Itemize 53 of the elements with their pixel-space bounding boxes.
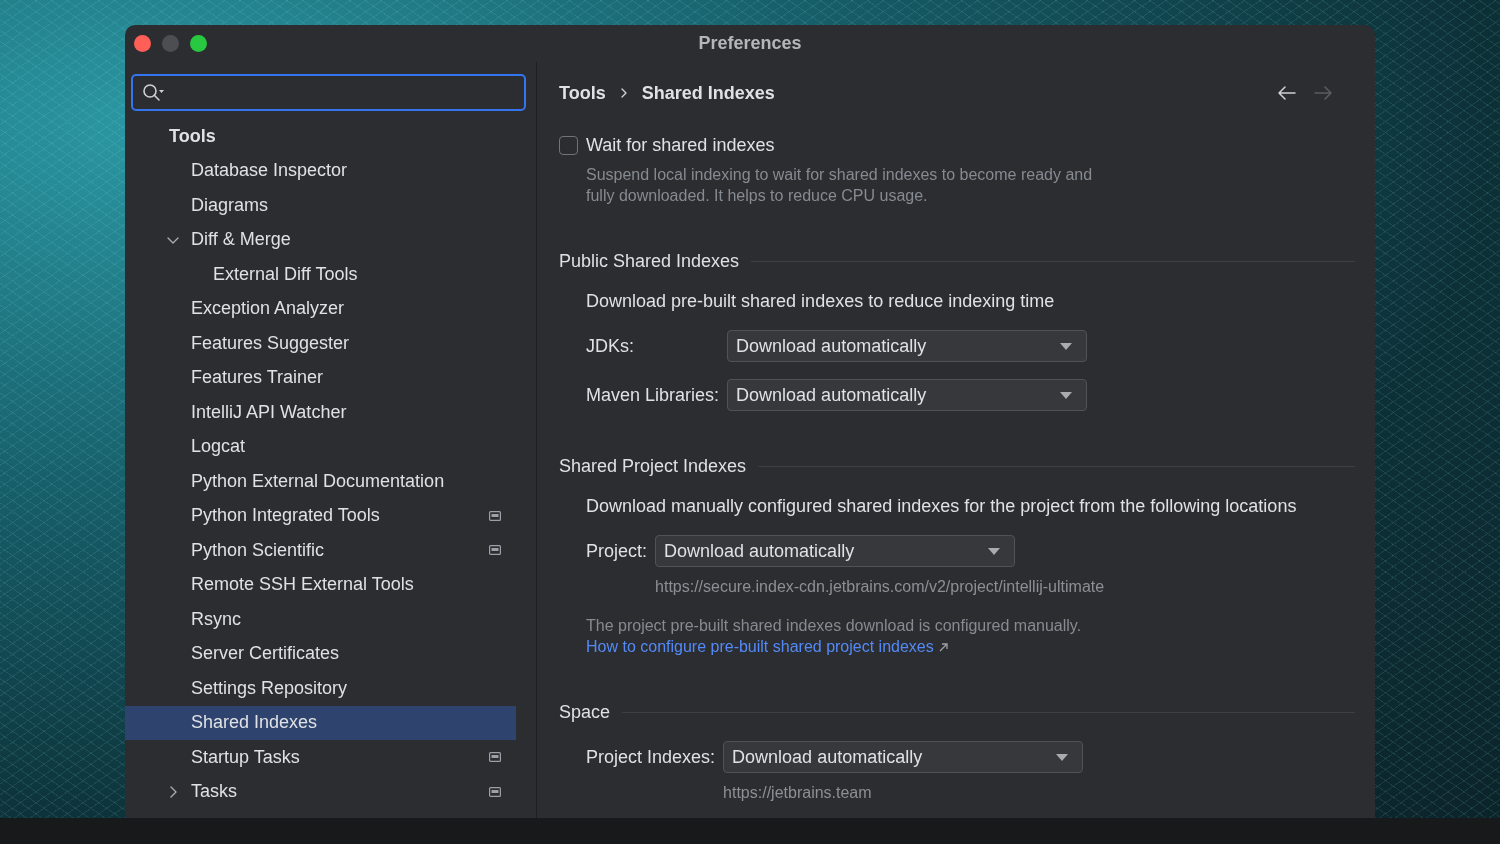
dropdown[interactable]: Download automatically	[655, 535, 1016, 567]
tree-item[interactable]: IntelliJ API Watcher	[125, 395, 516, 430]
url-text: https://secure.index-cdn.jetbrains.com/v2/project/intellij-ultimate	[655, 577, 1105, 597]
tree-item[interactable]: Rsync	[125, 602, 516, 637]
caret-icon	[1060, 342, 1073, 350]
help-link[interactable]: How to configure pre-built shared project indexes	[586, 638, 948, 655]
close-button[interactable]	[134, 35, 151, 52]
checkbox-label: Wait for shared indexes	[586, 133, 775, 157]
section-title: Public Shared Indexes	[559, 249, 740, 273]
tree-item[interactable]: Settings Repository	[125, 671, 516, 706]
field-label: Project Indexes:	[586, 745, 716, 769]
tree-item[interactable]: Tasks	[125, 774, 516, 809]
tree-item[interactable]: Exception Analyzer	[125, 291, 516, 326]
tree-item[interactable]: Server Certificates	[125, 636, 516, 671]
tree-item[interactable]: Python External Documentation	[125, 464, 516, 499]
tree-item[interactable]: Diff & Merge	[125, 222, 516, 257]
description-text: Suspend local indexing to wait for shared indexes to become ready and fully downloaded. It helps to reduce CPU usage.	[586, 165, 1094, 206]
section-title: Shared Project Indexes	[559, 454, 747, 478]
tree-item[interactable]: Features Suggester	[125, 326, 516, 361]
caret-icon	[1060, 391, 1073, 399]
search-field[interactable]	[131, 74, 526, 111]
section-description: Download pre-built shared indexes to reduce indexing time	[586, 290, 1056, 313]
breadcrumb-item: Shared Indexes	[641, 81, 775, 105]
search-icon	[142, 82, 164, 103]
tree-item[interactable]: External Diff Tools	[125, 257, 516, 292]
tree-item[interactable]: Features Trainer	[125, 360, 516, 395]
tree-item[interactable]: Diagrams	[125, 188, 516, 223]
caret-icon	[1056, 753, 1069, 761]
field-label: JDKs:	[586, 334, 635, 358]
tree-item[interactable]: Tools	[125, 119, 516, 154]
tree-item[interactable]: Python Scientific	[125, 533, 516, 568]
window-title: Preferences	[698, 32, 802, 55]
checkbox[interactable]	[559, 135, 578, 155]
section-description: Download manually configured shared indexes for the project from the following locations	[586, 495, 1298, 518]
field-label: Project:	[586, 539, 648, 563]
chevron-icon	[619, 88, 628, 98]
section-title: Space	[559, 700, 611, 724]
note-text: The project pre-built shared indexes download is configured manually. How to configure pre-built shared project indexes	[586, 616, 1083, 657]
url-text: https://jetbrains.team	[723, 783, 872, 803]
tree-item[interactable]: Shared Indexes	[125, 705, 516, 740]
dropdown[interactable]: Download automatically	[727, 330, 1088, 362]
tree-item[interactable]: Logcat	[125, 429, 516, 464]
tree-item[interactable]: Startup Tasks	[125, 740, 516, 775]
field-label: Maven Libraries:	[586, 383, 720, 407]
tree-item[interactable]: Python Integrated Tools	[125, 498, 516, 533]
dropdown[interactable]: Download automatically	[727, 379, 1088, 411]
tree-item[interactable]: Database Inspector	[125, 153, 516, 188]
tree-item[interactable]: Remote SSH External Tools	[125, 567, 516, 602]
breadcrumb-item[interactable]: Tools	[559, 79, 606, 107]
dropdown[interactable]: Download automatically	[723, 741, 1084, 773]
caret-icon	[988, 547, 1001, 555]
zoom-button[interactable]	[190, 35, 207, 52]
arrow-icon	[938, 643, 948, 652]
